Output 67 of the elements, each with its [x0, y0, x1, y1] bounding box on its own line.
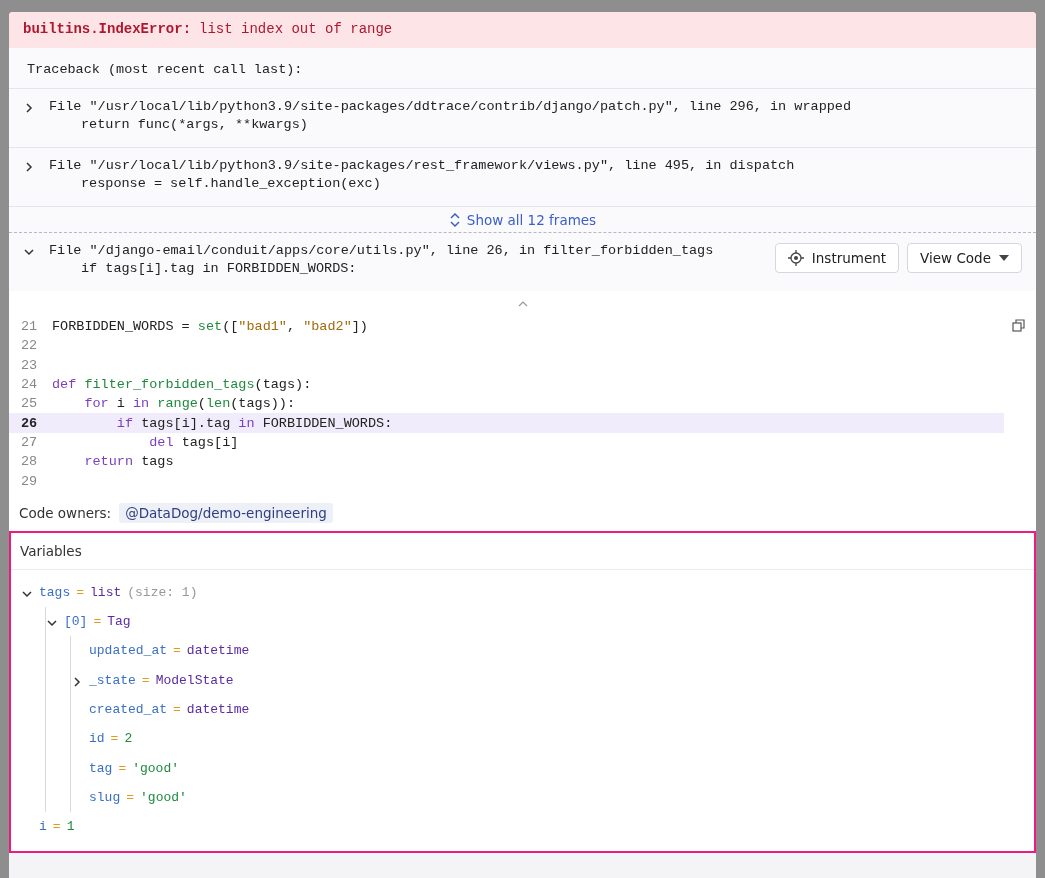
- equals-sign: =: [52, 819, 61, 835]
- variable-value: datetime: [186, 702, 250, 717]
- frame-code: if tags[i].tag in FORBIDDEN_WORDS:: [80, 261, 358, 276]
- variable-name: tag: [89, 760, 113, 776]
- frame-code: return func(*args, **kwargs): [80, 117, 309, 132]
- line-number: 21: [20, 319, 39, 335]
- expand-icon: [448, 213, 461, 227]
- line-number: 27: [20, 434, 39, 450]
- line-number: 26: [20, 415, 39, 431]
- chevron-right-icon[interactable]: [71, 675, 83, 688]
- copy-icon[interactable]: [1012, 319, 1026, 333]
- frame-code: response = self.handle_exception(exc): [80, 176, 382, 191]
- variable-name: created_at: [89, 702, 167, 717]
- variable-value: datetime: [186, 643, 250, 659]
- variable-value: 1: [66, 819, 75, 835]
- code-line: del tags[i]: [148, 434, 239, 450]
- line-number: 25: [20, 396, 39, 412]
- chevron-right-icon[interactable]: [23, 102, 35, 114]
- error-message: list index out of range: [199, 21, 393, 39]
- line-number: 23: [20, 357, 39, 373]
- equals-sign: =: [173, 702, 181, 717]
- equals-sign: =: [93, 614, 102, 630]
- equals-sign: =: [173, 643, 181, 659]
- line-number: 22: [20, 338, 39, 354]
- equals-sign: =: [141, 672, 150, 688]
- traceback-title: Traceback (most recent call last):: [27, 62, 303, 77]
- variable-name: tags: [39, 584, 71, 600]
- variable-value: 2: [124, 731, 133, 747]
- code-line: return tags: [83, 454, 174, 470]
- line-number: 28: [20, 454, 39, 470]
- variable-value: list: [90, 584, 122, 600]
- equals-sign: =: [126, 789, 135, 805]
- line-number: 24: [20, 377, 39, 393]
- variable-value: 'good': [132, 760, 180, 776]
- code-line: for i in range(len(tags)):: [83, 396, 296, 412]
- view-code-dropdown[interactable]: View Code: [907, 243, 1022, 273]
- target-icon: [787, 250, 804, 266]
- equals-sign: =: [110, 731, 119, 747]
- variable-name: [0]: [64, 614, 88, 630]
- equals-sign: =: [118, 760, 127, 776]
- variables-title: Variables: [20, 542, 82, 559]
- frame-location[interactable]: File "/django-email/conduit/apps/core/utils.py", line 26, in filter_forbidden_tags: [49, 243, 761, 258]
- frame-location[interactable]: File "/usr/local/lib/python3.9/site-packages/ddtrace/contrib/django/patch.py", line 296, in wrapped: [49, 99, 1022, 114]
- owner-tag[interactable]: @DataDog/demo-engineering: [119, 502, 333, 523]
- variable-value: Tag: [107, 614, 131, 630]
- variable-name: i: [39, 819, 47, 835]
- variable-name: _state: [89, 672, 136, 688]
- code-owners-label: Code owners:: [19, 504, 112, 521]
- variable-value: ModelState: [155, 672, 234, 688]
- frame-location[interactable]: File "/usr/local/lib/python3.9/site-packages/rest_framework/views.py", line 495, in dispatch: [49, 158, 1022, 173]
- code-line: if tags[i].tag in FORBIDDEN_WORDS:: [115, 415, 393, 431]
- chevron-down-icon[interactable]: [23, 246, 35, 258]
- variable-name: slug: [89, 789, 121, 805]
- variable-name: updated_at: [89, 643, 167, 659]
- caret-icon: [999, 255, 1009, 261]
- code-line: FORBIDDEN_WORDS = set(["bad1", "bad2"]): [52, 319, 368, 335]
- caret-up-icon[interactable]: [517, 301, 528, 307]
- line-number: 29: [20, 473, 39, 489]
- instrument-button[interactable]: Instrument: [774, 243, 900, 273]
- variable-note: (size: 1): [127, 584, 198, 600]
- code-line: def filter_forbidden_tags(tags):: [52, 377, 312, 393]
- equals-sign: =: [76, 584, 85, 600]
- variable-value: 'good': [140, 789, 187, 805]
- chevron-right-icon[interactable]: [23, 161, 35, 173]
- error-type: builtins.IndexError:: [23, 21, 192, 39]
- show-all-frames-link[interactable]: Show all 12 frames: [442, 211, 603, 229]
- variable-name: id: [89, 731, 105, 747]
